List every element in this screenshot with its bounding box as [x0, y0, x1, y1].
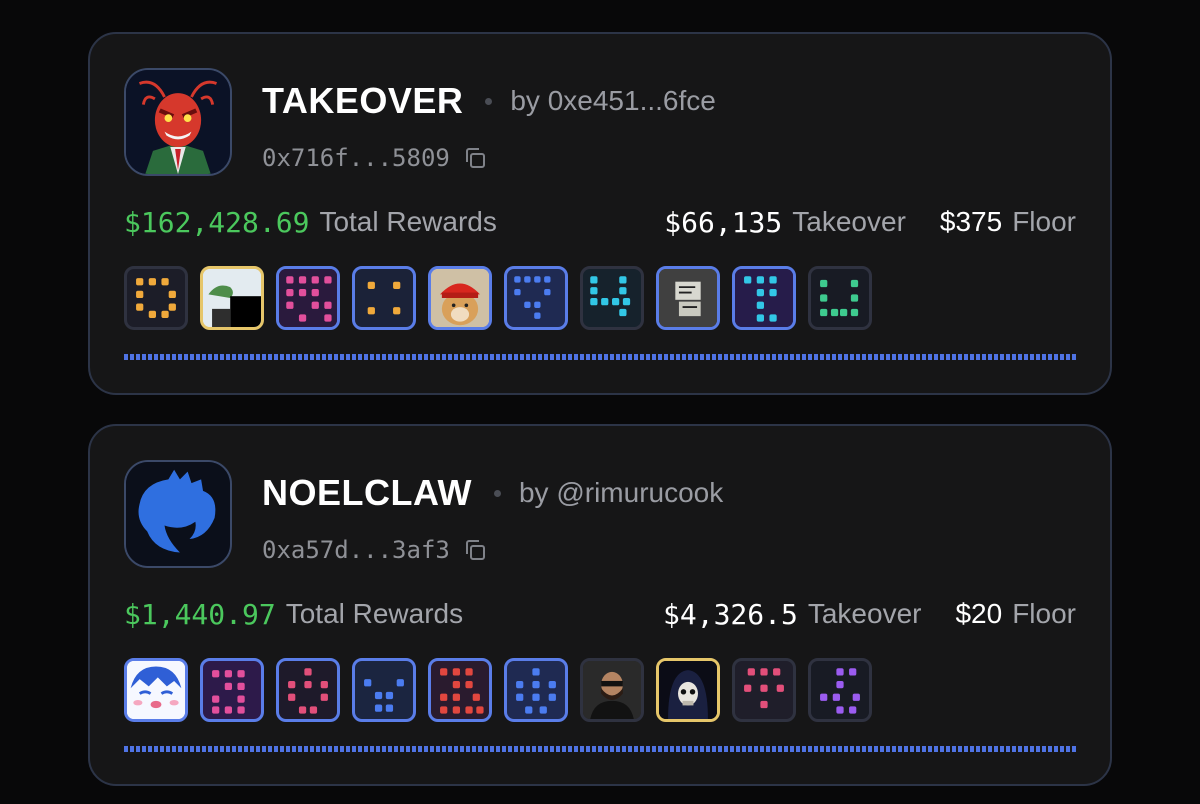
pink-pixel-tile[interactable] [732, 658, 796, 722]
total-rewards-value: $1,440.97 [124, 597, 276, 631]
contract-address: 0x716f...5809 [262, 144, 450, 172]
creator-label[interactable]: by 0xe451...6fce [510, 85, 715, 117]
takeover-value: $4,326.5 [663, 597, 798, 631]
skull-hood-tile[interactable] [656, 658, 720, 722]
doge-red-cap-tile[interactable] [428, 266, 492, 330]
man-sunglasses-tile[interactable] [580, 658, 644, 722]
blue-claw-logo-icon [124, 460, 232, 568]
pink-pixel-tile[interactable] [276, 266, 340, 330]
token-card-takeover[interactable]: TAKEOVER by 0xe451...6fce 0x716f...5809 … [88, 32, 1112, 395]
takeover-label: Takeover [807, 598, 922, 629]
floor-label: Floor [1012, 598, 1076, 629]
blue-pixel-tile[interactable] [504, 658, 568, 722]
copy-icon[interactable] [462, 145, 488, 171]
red-pixel-tile[interactable] [428, 658, 492, 722]
takeover-value: $66,135 [664, 205, 783, 239]
stats-row: $1,440.97 Total Rewards $4,326.5 Takeove… [124, 594, 1076, 634]
blue-pixel-tile[interactable] [504, 266, 568, 330]
total-rewards-label: Total Rewards [319, 206, 497, 237]
pepe-frog-tile[interactable] [200, 266, 264, 330]
holder-tiles [124, 658, 872, 722]
floor-label: Floor [1012, 206, 1076, 237]
takeover-label: Takeover [792, 206, 906, 237]
blue-pixel-tile[interactable] [352, 658, 416, 722]
token-card-noelclaw[interactable]: NOELCLAW by @rimurucook 0xa57d...3af3 $1… [88, 424, 1112, 786]
holder-tiles [124, 266, 872, 330]
orange-pixel-tile[interactable] [124, 266, 188, 330]
red-lobster-mascot-icon [124, 68, 232, 176]
token-name: TAKEOVER [262, 80, 464, 121]
progress-bar [124, 354, 1078, 360]
purple-pixel-tile[interactable] [808, 658, 872, 722]
floor-value: $375 [939, 206, 1003, 237]
stats-row: $162,428.69 Total Rewards $66,135 Takeov… [124, 202, 1076, 242]
sketch-art-tile[interactable] [656, 266, 720, 330]
cyan-pixel-tile[interactable] [580, 266, 644, 330]
green-pixel-tile[interactable] [808, 266, 872, 330]
token-name: NOELCLAW [262, 472, 472, 513]
pink-pixel-tile[interactable] [276, 658, 340, 722]
pink-pixel-tile[interactable] [200, 658, 264, 722]
separator-dot [485, 97, 493, 105]
copy-icon[interactable] [462, 537, 488, 563]
anime-face-tile[interactable] [124, 658, 188, 722]
total-rewards-value: $162,428.69 [124, 205, 310, 239]
progress-bar [124, 746, 1078, 752]
separator-dot [493, 489, 501, 497]
cyan-pixel-tile[interactable] [732, 266, 796, 330]
floor-value: $20 [955, 598, 1003, 629]
orange-pixel-tile[interactable] [352, 266, 416, 330]
total-rewards-label: Total Rewards [285, 598, 464, 629]
contract-address: 0xa57d...3af3 [262, 536, 450, 564]
creator-label[interactable]: by @rimurucook [519, 477, 723, 509]
